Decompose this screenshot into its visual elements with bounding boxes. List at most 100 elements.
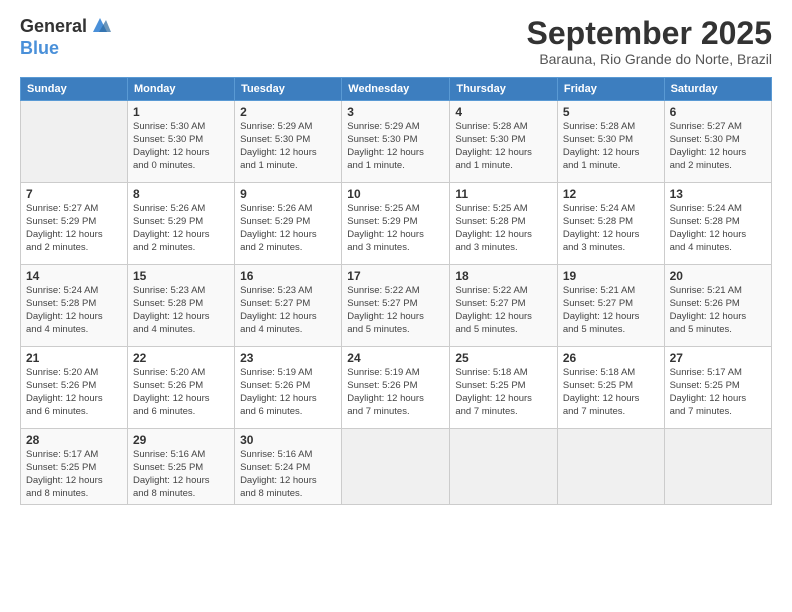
calendar-cell: 9Sunrise: 5:26 AMSunset: 5:29 PMDaylight…	[235, 183, 342, 265]
calendar-cell: 27 Sunrise: 5:17 AMSunset: 5:25 PMDayligh…	[664, 347, 771, 429]
day-number: 29	[133, 433, 229, 447]
cell-info: Sunrise: 5:27 AMSunset: 5:29 PMDaylight:…	[26, 203, 122, 254]
calendar-table: Sunday Monday Tuesday Wednesday Thursday…	[20, 77, 772, 505]
day-number: 8	[133, 187, 229, 201]
cell-info: Sunrise: 5:29 AMSunset: 5:30 PMDaylight:…	[240, 121, 336, 172]
day-number: 24	[347, 351, 444, 365]
day-number: 10	[347, 187, 444, 201]
calendar-cell: 17Sunrise: 5:22 AMSunset: 5:27 PMDayligh…	[342, 265, 450, 347]
cell-info: Sunrise: 5:21 AMSunset: 5:27 PMDaylight:…	[563, 285, 659, 336]
day-number: 16	[240, 269, 336, 283]
calendar-cell: 30Sunrise: 5:16 AMSunset: 5:24 PMDayligh…	[235, 429, 342, 505]
cell-info: Sunrise: 5:26 AMSunset: 5:29 PMDaylight:…	[240, 203, 336, 254]
cell-info: Sunrise: 5:25 AMSunset: 5:28 PMDaylight:…	[455, 203, 552, 254]
cell-info: Sunrise: 5:17 AMSunset: 5:25 PMDaylight:…	[26, 449, 122, 500]
calendar-cell: 25Sunrise: 5:18 AMSunset: 5:25 PMDayligh…	[450, 347, 558, 429]
calendar-cell: 1 Sunrise: 5:30 AMSunset: 5:30 PMDaylight…	[127, 101, 234, 183]
calendar-cell: 24 Sunrise: 5:19 AMSunset: 5:26 PMDayligh…	[342, 347, 450, 429]
cell-info: Sunrise: 5:27 AMSunset: 5:30 PMDaylight:…	[670, 121, 766, 172]
calendar-cell: 2 Sunrise: 5:29 AMSunset: 5:30 PMDaylight…	[235, 101, 342, 183]
cell-info: Sunrise: 5:22 AMSunset: 5:27 PMDaylight:…	[455, 285, 552, 336]
cell-info: Sunrise: 5:30 AMSunset: 5:30 PMDaylight:…	[133, 121, 229, 172]
day-number: 28	[26, 433, 122, 447]
calendar-cell: 21Sunrise: 5:20 AMSunset: 5:26 PMDayligh…	[21, 347, 128, 429]
calendar-title: September 2025	[527, 16, 772, 51]
cell-info: Sunrise: 5:24 AMSunset: 5:28 PMDaylight:…	[563, 203, 659, 254]
header-sunday: Sunday	[21, 78, 128, 101]
cell-info: Sunrise: 5:16 AMSunset: 5:25 PMDaylight:…	[133, 449, 229, 500]
calendar-subtitle: Barauna, Rio Grande do Norte, Brazil	[527, 51, 772, 67]
calendar-cell	[664, 429, 771, 505]
calendar-cell: 18 Sunrise: 5:22 AMSunset: 5:27 PMDayligh…	[450, 265, 558, 347]
day-number: 1	[133, 105, 229, 119]
cell-info: Sunrise: 5:17 AMSunset: 5:25 PMDaylight:…	[670, 367, 766, 418]
cell-info: Sunrise: 5:25 AMSunset: 5:29 PMDaylight:…	[347, 203, 444, 254]
day-number: 15	[133, 269, 229, 283]
cell-info: Sunrise: 5:28 AMSunset: 5:30 PMDaylight:…	[455, 121, 552, 172]
day-number: 6	[670, 105, 766, 119]
calendar-cell: 11 Sunrise: 5:25 AMSunset: 5:28 PMDayligh…	[450, 183, 558, 265]
day-number: 3	[347, 105, 444, 119]
calendar-cell: 28 Sunrise: 5:17 AMSunset: 5:25 PMDayligh…	[21, 429, 128, 505]
day-number: 12	[563, 187, 659, 201]
calendar-header-row: Sunday Monday Tuesday Wednesday Thursday…	[21, 78, 772, 101]
week-row-4: 28 Sunrise: 5:17 AMSunset: 5:25 PMDayligh…	[21, 429, 772, 505]
calendar-cell: 16Sunrise: 5:23 AMSunset: 5:27 PMDayligh…	[235, 265, 342, 347]
header-monday: Monday	[127, 78, 234, 101]
day-number: 22	[133, 351, 229, 365]
day-number: 5	[563, 105, 659, 119]
header-thursday: Thursday	[450, 78, 558, 101]
calendar-cell: 14Sunrise: 5:24 AMSunset: 5:28 PMDayligh…	[21, 265, 128, 347]
calendar-cell: 20 Sunrise: 5:21 AMSunset: 5:26 PMDayligh…	[664, 265, 771, 347]
cell-info: Sunrise: 5:21 AMSunset: 5:26 PMDaylight:…	[670, 285, 766, 336]
cell-info: Sunrise: 5:20 AMSunset: 5:26 PMDaylight:…	[133, 367, 229, 418]
day-number: 27	[670, 351, 766, 365]
calendar-cell	[557, 429, 664, 505]
calendar-cell	[450, 429, 558, 505]
day-number: 20	[670, 269, 766, 283]
day-number: 17	[347, 269, 444, 283]
day-number: 30	[240, 433, 336, 447]
header-wednesday: Wednesday	[342, 78, 450, 101]
cell-info: Sunrise: 5:18 AMSunset: 5:25 PMDaylight:…	[563, 367, 659, 418]
calendar-cell: 8 Sunrise: 5:26 AMSunset: 5:29 PMDaylight…	[127, 183, 234, 265]
day-number: 13	[670, 187, 766, 201]
day-number: 2	[240, 105, 336, 119]
day-number: 7	[26, 187, 122, 201]
header-tuesday: Tuesday	[235, 78, 342, 101]
title-block: September 2025 Barauna, Rio Grande do No…	[527, 16, 772, 67]
header-friday: Friday	[557, 78, 664, 101]
day-number: 14	[26, 269, 122, 283]
cell-info: Sunrise: 5:26 AMSunset: 5:29 PMDaylight:…	[133, 203, 229, 254]
logo-text-blue: Blue	[20, 38, 59, 58]
cell-info: Sunrise: 5:19 AMSunset: 5:26 PMDaylight:…	[347, 367, 444, 418]
calendar-cell: 6 Sunrise: 5:27 AMSunset: 5:30 PMDaylight…	[664, 101, 771, 183]
calendar-cell	[342, 429, 450, 505]
calendar-cell: 10 Sunrise: 5:25 AMSunset: 5:29 PMDayligh…	[342, 183, 450, 265]
day-number: 18	[455, 269, 552, 283]
week-row-0: 1 Sunrise: 5:30 AMSunset: 5:30 PMDaylight…	[21, 101, 772, 183]
calendar-cell: 5 Sunrise: 5:28 AMSunset: 5:30 PMDaylight…	[557, 101, 664, 183]
header-saturday: Saturday	[664, 78, 771, 101]
logo-icon	[89, 14, 111, 36]
calendar-cell: 12 Sunrise: 5:24 AMSunset: 5:28 PMDayligh…	[557, 183, 664, 265]
calendar-cell: 4 Sunrise: 5:28 AMSunset: 5:30 PMDaylight…	[450, 101, 558, 183]
cell-info: Sunrise: 5:28 AMSunset: 5:30 PMDaylight:…	[563, 121, 659, 172]
day-number: 23	[240, 351, 336, 365]
calendar-cell: 23 Sunrise: 5:19 AMSunset: 5:26 PMDayligh…	[235, 347, 342, 429]
calendar-cell: 7 Sunrise: 5:27 AMSunset: 5:29 PMDaylight…	[21, 183, 128, 265]
logo-text-general: General	[20, 16, 87, 38]
cell-info: Sunrise: 5:24 AMSunset: 5:28 PMDaylight:…	[670, 203, 766, 254]
day-number: 26	[563, 351, 659, 365]
day-number: 11	[455, 187, 552, 201]
calendar-cell: 29 Sunrise: 5:16 AMSunset: 5:25 PMDayligh…	[127, 429, 234, 505]
header: General Blue September 2025 Barauna, Rio…	[20, 16, 772, 67]
week-row-2: 14Sunrise: 5:24 AMSunset: 5:28 PMDayligh…	[21, 265, 772, 347]
calendar-cell: 26 Sunrise: 5:18 AMSunset: 5:25 PMDayligh…	[557, 347, 664, 429]
day-number: 19	[563, 269, 659, 283]
day-number: 4	[455, 105, 552, 119]
cell-info: Sunrise: 5:19 AMSunset: 5:26 PMDaylight:…	[240, 367, 336, 418]
logo: General Blue	[20, 16, 111, 59]
calendar-cell	[21, 101, 128, 183]
week-row-1: 7 Sunrise: 5:27 AMSunset: 5:29 PMDaylight…	[21, 183, 772, 265]
